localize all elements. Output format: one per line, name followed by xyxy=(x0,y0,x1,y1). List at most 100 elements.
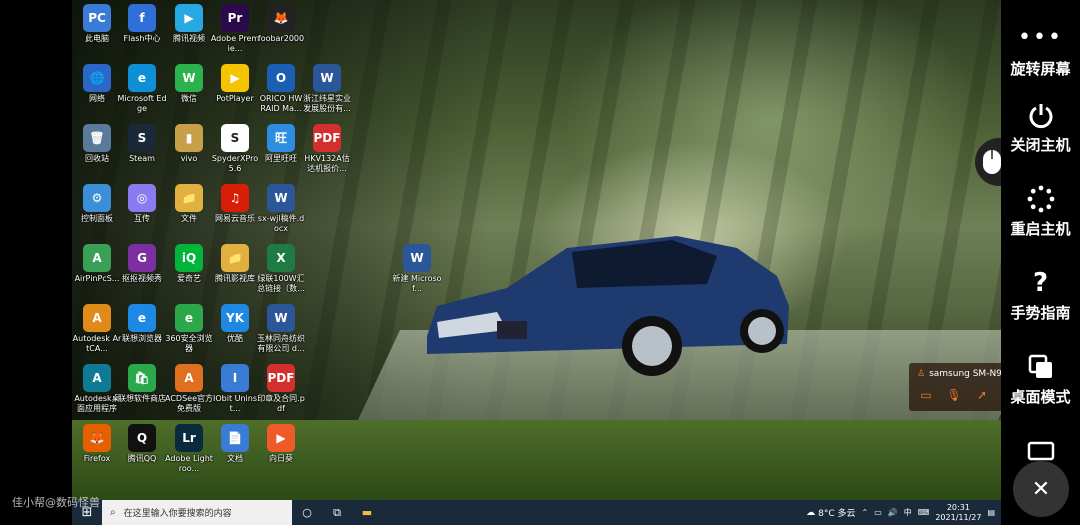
desktop-icon[interactable]: f Flash中心 xyxy=(117,0,167,44)
app-icon: PDF xyxy=(313,124,341,152)
network-icon[interactable]: ▭ xyxy=(874,508,882,517)
pointer-icon[interactable]: ➚ xyxy=(973,387,991,403)
desktop-icon[interactable]: A Autodesk ArtCA... xyxy=(72,300,122,354)
taskbar-search-box[interactable]: ⌕ 在这里输入你要搜索的内容 xyxy=(102,500,292,525)
desktop-icon[interactable]: 📁 腾讯影视库 xyxy=(210,240,260,284)
cloud-icon: ☁ xyxy=(806,507,816,518)
desktop-icon[interactable]: ▶ 向日葵 xyxy=(256,420,306,464)
desktop-icon[interactable]: A ACDSee官方免费版 xyxy=(164,360,214,414)
desktop-icon[interactable]: 🦊 foobar2000 xyxy=(256,0,306,44)
app-icon: W xyxy=(403,244,431,272)
restart-icon xyxy=(1026,184,1056,214)
desktop-icon-label: 控制面板 xyxy=(81,214,113,223)
desktop-icon[interactable]: 🌐 网络 xyxy=(72,60,122,104)
desktop-icon[interactable]: 📁 文件 xyxy=(164,180,214,224)
desktop-icon[interactable]: ▮ vivo xyxy=(164,120,214,164)
desktop-icon-label: ORICO HW RAID Ma... xyxy=(259,94,303,113)
task-view-button[interactable]: ⧉ xyxy=(322,500,352,525)
watermark: 佳小帮@数码怪兽 xyxy=(12,496,100,509)
app-icon: ▶ xyxy=(175,4,203,32)
volume-icon[interactable]: 🔊 xyxy=(888,508,898,517)
desktop-icon[interactable]: W 浙江纬星实业发展股份有... xyxy=(302,60,352,114)
app-icon: Lr xyxy=(175,424,203,452)
app-icon: 🦊 xyxy=(267,4,295,32)
desktop-icon[interactable]: PDF HKV132A估达机报价... xyxy=(302,120,352,174)
app-icon: PC xyxy=(83,4,111,32)
desktop-icon[interactable]: 📄 文档 xyxy=(210,420,260,464)
desktop-icon[interactable]: 🦊 Firefox xyxy=(72,420,122,464)
desktop-icon-label: Adobe Lightroo... xyxy=(165,454,213,473)
shutdown-host-button[interactable]: 关闭主机 xyxy=(1001,100,1080,155)
close-panel-button[interactable]: ✕ xyxy=(1013,461,1069,517)
desktop-icon[interactable]: G 抠抠视频秀 xyxy=(117,240,167,284)
search-icon: ⌕ xyxy=(110,507,116,518)
desktop-icon[interactable]: A AirPinPcS... xyxy=(72,240,122,284)
desktop-icon[interactable]: ◎ 互传 xyxy=(117,180,167,224)
desktop-icon-label: 腾讯视频 xyxy=(173,34,205,43)
desktop-icon[interactable]: ▶ PotPlayer xyxy=(210,60,260,104)
desktop-icon[interactable]: S Steam xyxy=(117,120,167,164)
desktop-icon-label: vivo xyxy=(180,154,198,163)
device-name: ♙samsung SM-N9600 xyxy=(917,369,1001,379)
desktop-icon[interactable]: A Autodesk桌面应用程序 xyxy=(72,360,122,414)
app-icon: X xyxy=(267,244,295,272)
cortana-button[interactable]: ○ xyxy=(292,500,322,525)
app-icon: ▶ xyxy=(267,424,295,452)
desktop-icon-label: HKV132A估达机报价... xyxy=(304,154,350,173)
desktop-icon[interactable]: ▶ 腾讯视频 xyxy=(164,0,214,44)
taskbar-clock[interactable]: 20:31 2021/11/27 xyxy=(935,503,981,523)
restart-host-button[interactable]: 重启主机 xyxy=(1001,184,1080,239)
restart-host-label: 重启主机 xyxy=(1010,220,1071,238)
desktop-icon[interactable]: 旺阿里旺旺 xyxy=(256,120,306,164)
desktop-icon[interactable]: W 微信 xyxy=(164,60,214,104)
desktop-icon[interactable]: ♫ 网易云音乐 xyxy=(210,180,260,224)
ime-indicator[interactable]: 中 xyxy=(904,507,912,518)
desktop-icon-label: 此电脑 xyxy=(85,34,109,43)
remote-desktop-screen[interactable]: PC 此电脑 f Flash中心 ▶ 腾讯视频 Pr Adobe Premie... 🦊 foob… xyxy=(72,0,1001,500)
desktop-icon[interactable]: Pr Adobe Premie... xyxy=(210,0,260,54)
desktop-icon[interactable]: W 新建 Microsof... xyxy=(392,240,442,294)
session-toolbar: ▭ 🎙 ➚ ⊗ xyxy=(917,387,1001,403)
desktop-icon[interactable]: O ORICO HW RAID Ma... xyxy=(256,60,306,114)
desktop-icon[interactable]: S SpyderXPro 5.6 xyxy=(210,120,260,174)
left-margin xyxy=(0,0,72,500)
desktop-icon[interactable]: 🛍 联想软件商店 xyxy=(117,360,167,404)
desktop-icon[interactable]: YK 优酷 xyxy=(210,300,260,344)
tray-arrow-icon[interactable]: ⌃ xyxy=(862,508,869,517)
notification-icon[interactable]: ▤ xyxy=(987,508,995,517)
keyboard-icon[interactable]: ⌨ xyxy=(918,508,930,517)
desktop-icon[interactable]: Lr Adobe Lightroo... xyxy=(164,420,214,474)
desktop-icon[interactable]: e 360安全浏览器 xyxy=(164,300,214,354)
desktop-icon-label: 联想浏览器 xyxy=(122,334,162,343)
more-options-button[interactable]: ••• xyxy=(1001,22,1080,52)
desktop-icon[interactable]: e 联想浏览器 xyxy=(117,300,167,344)
desktop-icon[interactable]: I IObit Uninst... xyxy=(210,360,260,414)
app-icon: G xyxy=(128,244,156,272)
app-icon: A xyxy=(175,364,203,392)
desktop-icon[interactable]: W 玉林同舟纺织有限公司 d... xyxy=(256,300,306,354)
gesture-guide-button[interactable]: ? 手势指南 xyxy=(1001,268,1080,323)
desktop-icon-label: Autodesk ArtCA... xyxy=(72,334,122,353)
weather-widget[interactable]: ☁ 8°C 多云 xyxy=(806,506,855,520)
desktop-icon[interactable]: Q 腾讯QQ xyxy=(117,420,167,464)
file-explorer-button[interactable]: ▬ xyxy=(352,500,382,525)
desktop-icon[interactable]: 🗑 回收站 xyxy=(72,120,122,164)
desktop-icon[interactable]: PDF 印章及合同.pdf xyxy=(256,360,306,414)
desktop-icon[interactable]: Wsx-wjl稿件.docx xyxy=(256,180,306,234)
desktop-icon-label: AirPinPcS... xyxy=(74,274,120,283)
desktop-icon[interactable]: e Microsoft Edge xyxy=(117,60,167,114)
chat-icon[interactable]: ▭ xyxy=(917,387,935,403)
desktop-icon[interactable]: ⚙ 控制面板 xyxy=(72,180,122,224)
clock-date: 2021/11/27 xyxy=(935,512,982,522)
rotate-screen-button[interactable]: 旋转屏幕 xyxy=(1001,58,1080,80)
app-icon: PDF xyxy=(267,364,295,392)
desktop-icon[interactable]: iQ 爱奇艺 xyxy=(164,240,214,284)
desktop-mode-label: 桌面模式 xyxy=(1010,388,1071,406)
desktop-icon[interactable]: PC 此电脑 xyxy=(72,0,122,44)
desktop-icon-label: SpyderXPro 5.6 xyxy=(211,154,259,173)
microphone-icon[interactable]: 🎙 xyxy=(945,387,963,403)
desktop-icon-label: 360安全浏览器 xyxy=(165,334,213,353)
desktop-mode-button[interactable]: 桌面模式 xyxy=(1001,352,1080,407)
desktop-icon[interactable]: X 绿联100W汇总链接（数... xyxy=(256,240,306,294)
app-icon: W xyxy=(267,184,295,212)
